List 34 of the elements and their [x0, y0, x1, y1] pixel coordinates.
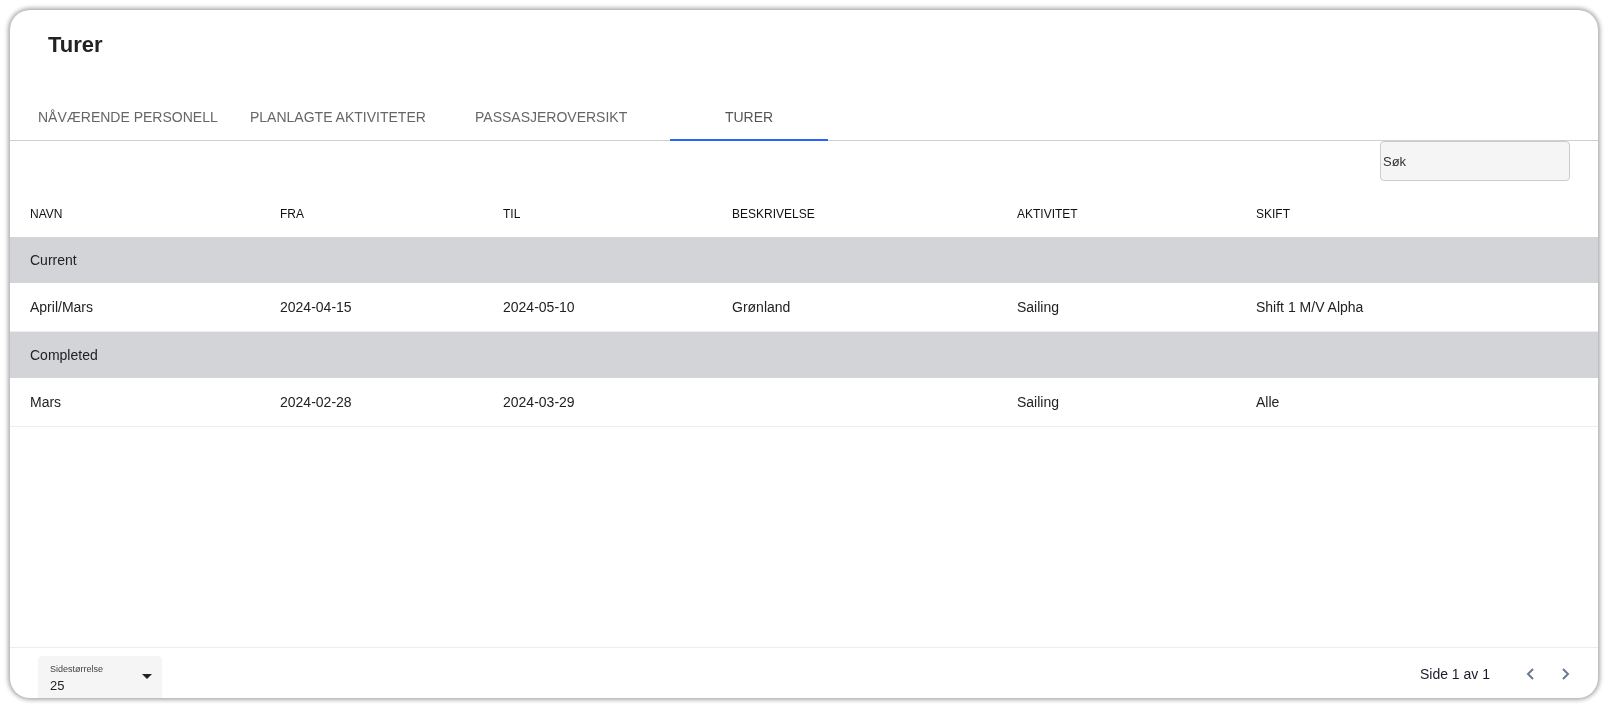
search-field[interactable]: Søk — [1380, 141, 1570, 181]
page-size-select[interactable]: Sidestørrelse 25 — [38, 656, 162, 698]
tab[interactable]: PLANLAGTE AKTIVITETER — [230, 95, 460, 141]
column-header[interactable]: TIL — [503, 207, 521, 221]
table-cell: Mars — [30, 394, 62, 410]
table-cell: 2024-02-28 — [280, 394, 352, 410]
column-header[interactable]: BESKRIVELSE — [732, 207, 815, 221]
tab[interactable]: TURER — [670, 95, 828, 141]
group-label: Completed — [30, 347, 98, 363]
tab[interactable]: NÅVÆRENDE PERSONELL — [10, 95, 230, 141]
page-title: Turer — [47, 31, 104, 59]
page-size-label: Sidestørrelse — [50, 664, 104, 674]
column-header[interactable]: AKTIVITET — [1017, 207, 1078, 221]
chevron-left-icon — [1526, 668, 1534, 680]
caret-icon — [142, 674, 152, 679]
column-header[interactable]: SKIFT — [1256, 207, 1290, 221]
group-row[interactable]: Completed — [10, 332, 1598, 378]
table-cell: Grønland — [732, 299, 791, 315]
table-cell: Sailing — [1017, 299, 1060, 315]
column-header[interactable]: NAVN — [30, 207, 63, 221]
table-cell: 2024-05-10 — [503, 299, 575, 315]
tab[interactable]: PASSASJEROVERSIKT — [460, 95, 670, 141]
page-info: Side 1 av 1 — [1419, 666, 1490, 682]
page-size-value: 25 — [50, 678, 66, 693]
group-label: Current — [30, 252, 77, 268]
table-cell: Alle — [1256, 394, 1280, 410]
table-cell: Shift 1 M/V Alpha — [1256, 299, 1364, 315]
group-row[interactable]: Current — [10, 237, 1598, 283]
table-cell: April/Mars — [30, 299, 93, 315]
chevron-right-icon — [1562, 668, 1570, 680]
table-cell: 2024-04-15 — [280, 299, 352, 315]
table-cell: Sailing — [1017, 394, 1060, 410]
column-header[interactable]: FRA — [280, 207, 304, 221]
table-cell: 2024-03-29 — [503, 394, 575, 410]
